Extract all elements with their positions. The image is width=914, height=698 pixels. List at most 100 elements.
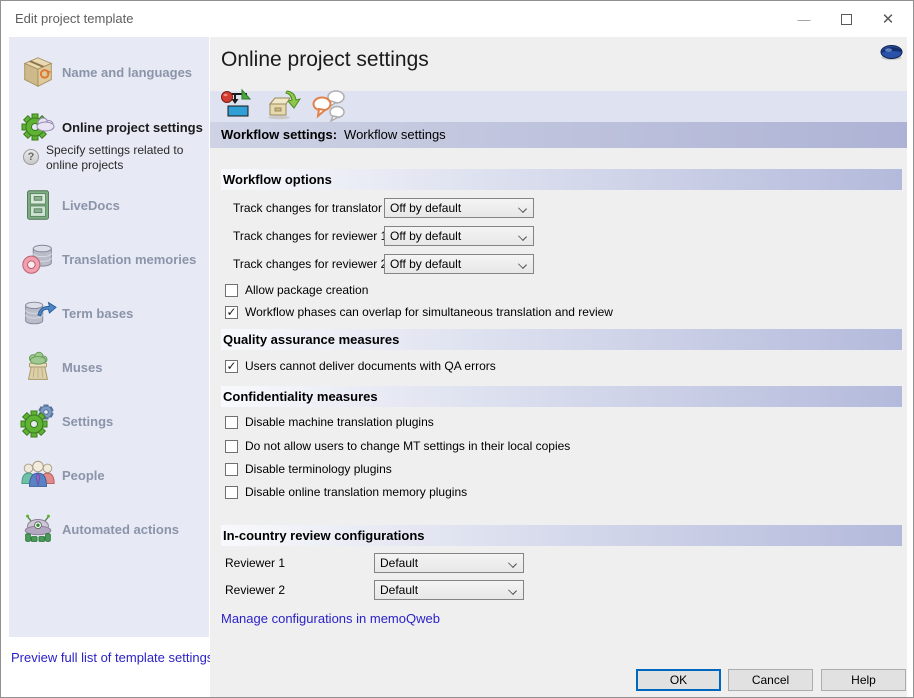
package-box-icon <box>17 51 59 93</box>
help-question-icon: ? <box>23 149 39 165</box>
selected-value: Off by default <box>390 229 461 243</box>
sidebar-item-label: Online project settings <box>59 120 203 135</box>
help-button[interactable]: Help <box>821 669 906 691</box>
disable-online-tm-plugins-checkbox[interactable]: Disable online translation memory plugin… <box>225 485 467 499</box>
muse-statue-icon <box>17 346 59 388</box>
sidebar-item-people[interactable]: People <box>17 454 207 496</box>
allow-package-creation-checkbox[interactable]: Allow package creation <box>225 283 368 297</box>
selected-value: Off by default <box>390 201 461 215</box>
settings-tab-strip <box>210 91 907 122</box>
checkbox-label: Disable machine translation plugins <box>245 415 434 429</box>
sidebar-item-translation-memories[interactable]: Translation memories <box>17 238 207 280</box>
track-changes-reviewer2-label: Track changes for reviewer 2 <box>233 254 387 274</box>
reviewer1-select[interactable]: Default <box>374 553 524 573</box>
minimize-icon: — <box>798 12 811 27</box>
checkbox-box <box>225 416 238 429</box>
checkbox-box <box>225 463 238 476</box>
package-settings-icon[interactable] <box>265 87 301 123</box>
workflow-phases-overlap-checkbox[interactable]: Workflow phases can overlap for simultan… <box>225 305 613 319</box>
settings-category-sidebar: Name and languages <box>9 37 209 637</box>
close-icon: ✕ <box>882 10 895 28</box>
selected-value: Default <box>380 556 418 570</box>
tab-band-label: Workflow settings: <box>221 127 337 142</box>
online-project-settings-panel: Online project settings <box>210 37 907 698</box>
cancel-button[interactable]: Cancel <box>728 669 813 691</box>
section-header-in-country-review: In-country review configurations <box>221 525 902 546</box>
selected-value: Off by default <box>390 257 461 271</box>
checkbox-box <box>225 486 238 499</box>
sidebar-item-settings[interactable]: Settings <box>17 400 207 442</box>
edit-project-template-dialog: Edit project template — ✕ Name and langu… <box>0 0 914 698</box>
workflow-settings-icon[interactable] <box>219 87 255 123</box>
window-title: Edit project template <box>15 11 134 26</box>
checkbox-label: Do not allow users to change MT settings… <box>245 439 570 453</box>
checkbox-box <box>225 360 238 373</box>
page-title: Online project settings <box>221 48 429 72</box>
sidebar-item-label: People <box>59 468 105 483</box>
checkbox-box <box>225 306 238 319</box>
database-arrow-icon <box>17 292 59 334</box>
manage-configurations-link[interactable]: Manage configurations in memoQweb <box>221 611 440 626</box>
maximize-button[interactable] <box>829 5 863 33</box>
title-bar: Edit project template — ✕ <box>1 1 913 37</box>
selected-tab-band: Workflow settings: Workflow settings <box>210 122 907 148</box>
track-changes-translator-select[interactable]: Off by default <box>384 198 534 218</box>
track-changes-reviewer2-select[interactable]: Off by default <box>384 254 534 274</box>
online-project-eye-icon <box>880 44 903 66</box>
sidebar-item-muses[interactable]: Muses <box>17 346 207 388</box>
filing-cabinet-icon <box>17 184 59 226</box>
track-changes-translator-label: Track changes for translator <box>233 198 382 218</box>
checkbox-label: Workflow phases can overlap for simultan… <box>245 305 613 319</box>
track-changes-reviewer1-select[interactable]: Off by default <box>384 226 534 246</box>
tab-band-value: Workflow settings <box>344 127 446 142</box>
disable-terminology-plugins-checkbox[interactable]: Disable terminology plugins <box>225 462 392 476</box>
track-changes-reviewer1-label: Track changes for reviewer 1 <box>233 226 387 246</box>
sidebar-item-livedocs[interactable]: LiveDocs <box>17 184 207 226</box>
sidebar-item-term-bases[interactable]: Term bases <box>17 292 207 334</box>
section-header-confidentiality: Confidentiality measures <box>221 386 902 407</box>
selected-item-description: ? Specify settings related to online pro… <box>23 143 199 173</box>
gears-icon <box>17 400 59 442</box>
chevron-down-icon <box>518 232 527 241</box>
section-header-workflow-options: Workflow options <box>221 169 902 190</box>
description-text: Specify settings related to online proje… <box>46 143 199 173</box>
checkbox-label: Allow package creation <box>245 283 368 297</box>
checkbox-label: Users cannot deliver documents with QA e… <box>245 359 496 373</box>
maximize-icon <box>841 14 852 25</box>
checkbox-label: Disable online translation memory plugin… <box>245 485 467 499</box>
people-icon <box>17 454 59 496</box>
sidebar-item-label: Term bases <box>59 306 133 321</box>
chevron-down-icon <box>518 204 527 213</box>
checkbox-box <box>225 440 238 453</box>
robot-icon <box>17 508 59 550</box>
section-header-quality-assurance: Quality assurance measures <box>221 329 902 350</box>
sidebar-item-name-and-languages[interactable]: Name and languages <box>17 51 207 93</box>
chevron-down-icon <box>508 586 517 595</box>
chevron-down-icon <box>518 260 527 269</box>
qa-errors-checkbox[interactable]: Users cannot deliver documents with QA e… <box>225 359 496 373</box>
sidebar-item-label: LiveDocs <box>59 198 120 213</box>
checkbox-box <box>225 284 238 297</box>
reviewer2-label: Reviewer 2 <box>225 580 285 600</box>
sidebar-item-label: Muses <box>59 360 102 375</box>
sidebar-item-label: Name and languages <box>59 65 192 80</box>
chevron-down-icon <box>508 559 517 568</box>
reviewer2-select[interactable]: Default <box>374 580 524 600</box>
sidebar-item-label: Translation memories <box>59 252 196 267</box>
communication-settings-icon[interactable] <box>311 87 347 123</box>
gear-cloud-icon <box>17 106 59 148</box>
no-mt-settings-change-checkbox[interactable]: Do not allow users to change MT settings… <box>225 439 570 453</box>
ok-button[interactable]: OK <box>636 669 721 691</box>
reviewer1-label: Reviewer 1 <box>225 553 285 573</box>
sidebar-item-automated-actions[interactable]: Automated actions <box>17 508 207 550</box>
minimize-button[interactable]: — <box>787 5 821 33</box>
selected-value: Default <box>380 583 418 597</box>
database-ring-icon <box>17 238 59 280</box>
close-button[interactable]: ✕ <box>871 5 905 33</box>
preview-full-list-link[interactable]: Preview full list of template settings <box>11 650 213 665</box>
checkbox-label: Disable terminology plugins <box>245 462 392 476</box>
disable-mt-plugins-checkbox[interactable]: Disable machine translation plugins <box>225 415 434 429</box>
sidebar-item-online-project-settings[interactable]: Online project settings <box>17 106 207 148</box>
sidebar-item-label: Automated actions <box>59 522 179 537</box>
sidebar-item-label: Settings <box>59 414 113 429</box>
